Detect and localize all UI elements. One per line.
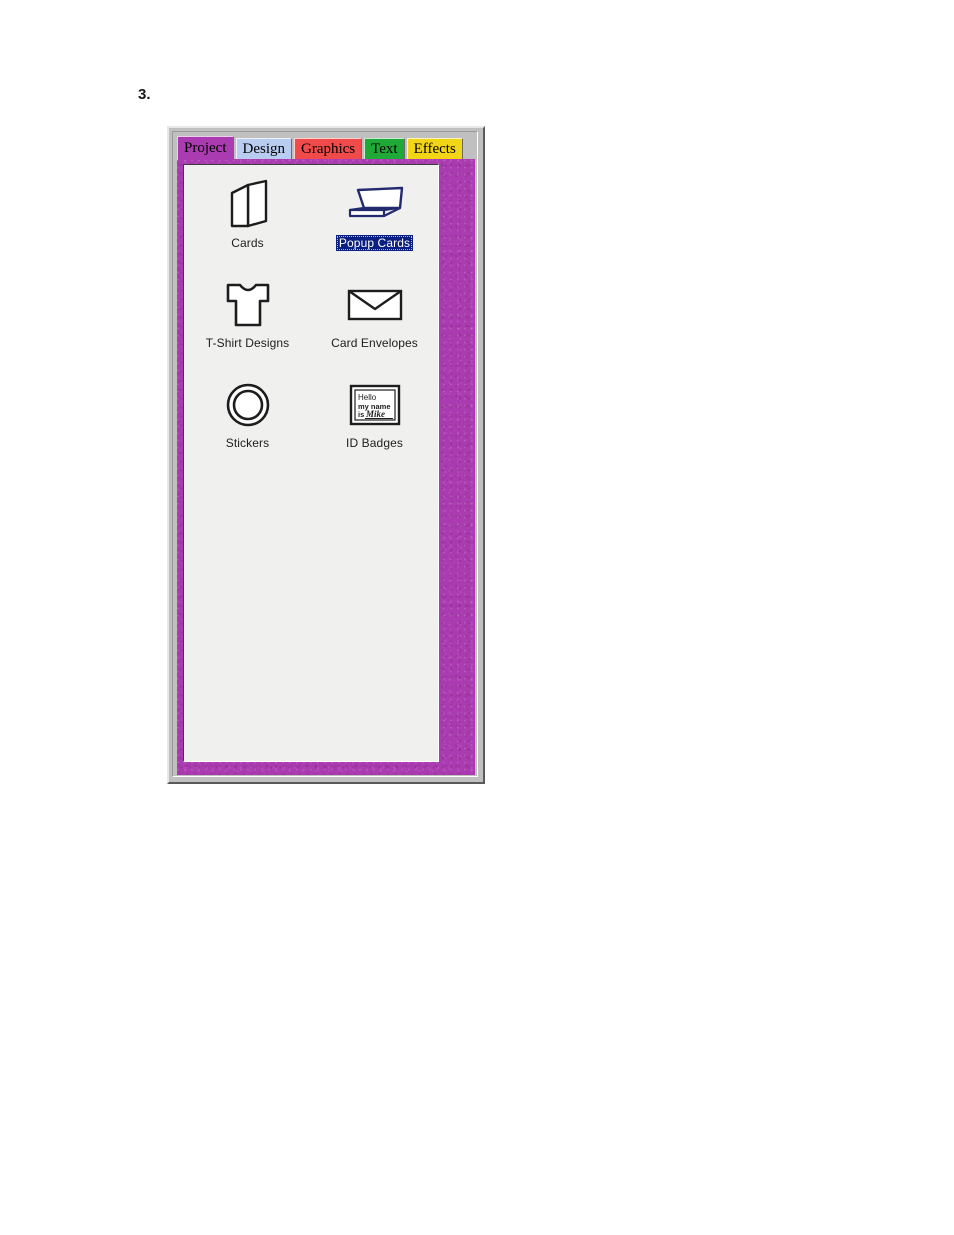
tab-design[interactable]: Design xyxy=(235,138,292,160)
project-item-id-badges[interactable]: Hello my name is Mike ID Badges xyxy=(311,373,438,473)
panel-body-background: Cards Popup Cards T-Shirt Designs Card Enve… xyxy=(177,159,475,775)
tab-label: Design xyxy=(242,141,286,157)
tab-label: Graphics xyxy=(301,141,356,157)
project-item-label: Cards xyxy=(231,236,264,250)
tab-strip: Project Design Graphics Text Effects xyxy=(177,136,475,160)
project-item-t-shirt-designs[interactable]: T-Shirt Designs xyxy=(184,273,311,373)
project-icon-grid: Cards Popup Cards T-Shirt Designs Card Enve… xyxy=(184,173,438,473)
svg-text:Hello: Hello xyxy=(358,393,377,402)
project-item-cards[interactable]: Cards xyxy=(184,173,311,273)
project-item-label: ID Badges xyxy=(346,436,403,450)
window-inner-bevel: Project Design Graphics Text Effects Cards Po… xyxy=(172,131,478,777)
envelope-icon xyxy=(340,279,410,331)
id-badge-icon: Hello my name is Mike xyxy=(340,379,410,431)
folded-card-icon xyxy=(213,179,283,231)
project-item-stickers[interactable]: Stickers xyxy=(184,373,311,473)
sticker-ring-icon xyxy=(213,379,283,431)
list-item-number: 3. xyxy=(138,86,151,103)
tab-graphics[interactable]: Graphics xyxy=(294,138,363,160)
project-panel-window: Project Design Graphics Text Effects Cards Po… xyxy=(167,126,485,784)
tab-text[interactable]: Text xyxy=(364,138,405,160)
tab-project[interactable]: Project xyxy=(177,136,234,160)
project-item-popup-cards[interactable]: Popup Cards xyxy=(311,173,438,273)
svg-text:is: is xyxy=(358,410,364,419)
project-icon-list[interactable]: Cards Popup Cards T-Shirt Designs Card Enve… xyxy=(183,164,439,762)
project-item-label: Card Envelopes xyxy=(331,336,418,350)
project-item-label: T-Shirt Designs xyxy=(205,336,290,350)
tab-label: Effects xyxy=(413,141,456,157)
tab-label: Text xyxy=(371,141,398,157)
tab-label: Project xyxy=(184,140,227,156)
tab-effects[interactable]: Effects xyxy=(406,138,463,160)
svg-text:Mike: Mike xyxy=(365,409,385,419)
tshirt-icon xyxy=(213,279,283,331)
project-item-card-envelopes[interactable]: Card Envelopes xyxy=(311,273,438,373)
project-item-label: Stickers xyxy=(225,436,270,450)
project-item-label: Popup Cards xyxy=(335,235,414,251)
popup-card-icon xyxy=(340,179,410,231)
